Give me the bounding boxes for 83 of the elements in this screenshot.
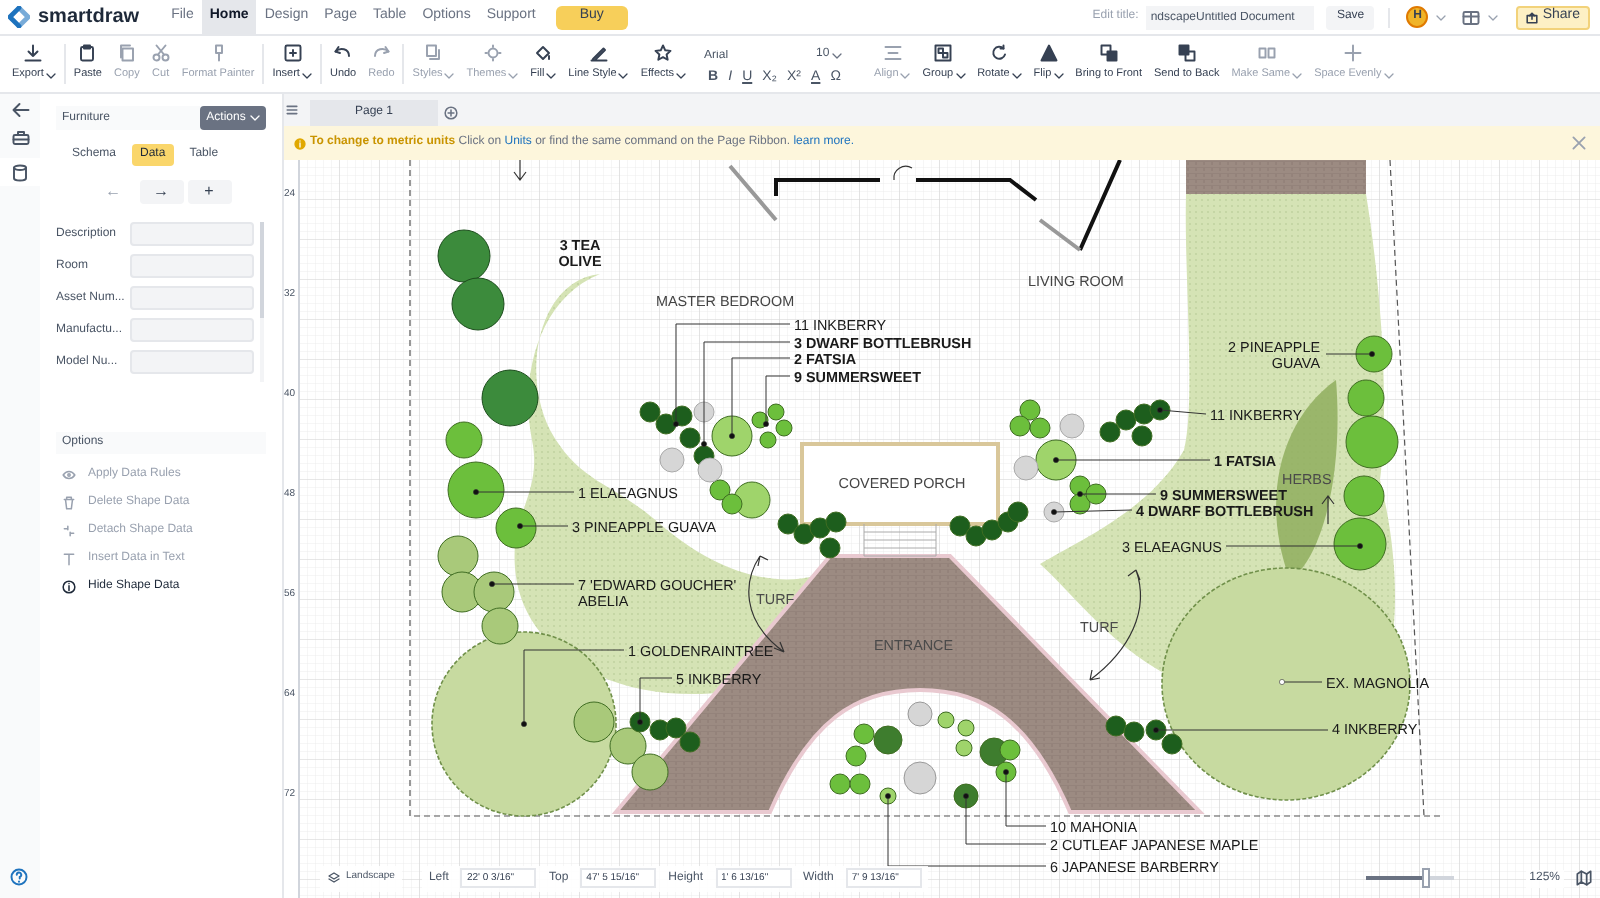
undo-icon (334, 44, 353, 63)
logo-icon (8, 6, 30, 28)
leader-line (637, 677, 673, 725)
share-icon (1526, 11, 1539, 23)
leader-line (1157, 407, 1207, 415)
scissors-icon (151, 44, 170, 63)
data-input-field[interactable] (130, 350, 254, 374)
caret-icon (676, 71, 687, 79)
detach-icon (62, 523, 76, 537)
tree-drawing (481, 369, 539, 427)
leader-line (489, 581, 575, 587)
nav-button[interactable]: → (139, 180, 183, 204)
caret-icon (1383, 71, 1394, 79)
themes-icon (483, 44, 502, 63)
gift-icon (1462, 9, 1481, 25)
trash-icon (62, 495, 76, 509)
group-icon (934, 44, 953, 63)
caret-icon (249, 114, 260, 122)
triangle-icon (1039, 44, 1058, 63)
leader-line (1077, 491, 1157, 497)
help-icon (10, 868, 28, 886)
menu-icon (286, 104, 298, 116)
redo-icon (372, 44, 391, 63)
map-icon (1576, 870, 1592, 886)
rotate-icon (990, 44, 1009, 63)
caret-icon (301, 71, 312, 79)
caret-icon (444, 71, 455, 79)
nav-button[interactable]: + (187, 180, 231, 204)
zoom-slider-thumb[interactable] (1422, 868, 1431, 888)
leader-line (473, 489, 575, 495)
data-input-field[interactable] (130, 318, 254, 342)
leader-line (521, 649, 625, 727)
caret-icon (1011, 71, 1022, 79)
space-evenly-icon (1344, 44, 1363, 63)
info-icon (62, 579, 76, 593)
brush-icon (209, 44, 228, 63)
leader-line (1279, 679, 1323, 685)
app-logo: smartdraw (38, 4, 140, 32)
text-icon (62, 551, 76, 565)
bucket-icon (534, 44, 553, 63)
up-arrow (1321, 495, 1335, 525)
layers-icon (328, 872, 340, 884)
down-arrow (513, 160, 527, 181)
data-input-field[interactable] (130, 286, 254, 310)
pen-icon (589, 44, 608, 63)
leader-line (1051, 509, 1133, 515)
copy-icon (117, 44, 136, 63)
caret-icon (1488, 13, 1499, 21)
insert-icon (283, 44, 302, 63)
add-page-icon (444, 106, 458, 120)
caret-icon (618, 71, 629, 79)
data-input-field[interactable] (130, 222, 254, 246)
clipboard-icon (78, 44, 97, 63)
back-arrow-icon (11, 102, 29, 118)
caret-icon (1292, 71, 1303, 79)
data-input-field[interactable] (130, 254, 254, 278)
caret-icon (900, 71, 911, 79)
star-icon (654, 44, 673, 63)
caret-icon (831, 51, 842, 59)
leader-line (1225, 543, 1363, 549)
shrub-cluster-drawing (1105, 715, 1183, 755)
caret-icon (1436, 13, 1447, 21)
styles-icon (424, 44, 443, 63)
leader-line (517, 523, 569, 529)
download-icon (24, 44, 43, 63)
eye-icon (62, 467, 76, 481)
caret-icon (546, 71, 557, 79)
shrub-cluster-drawing (573, 701, 701, 791)
close-icon (1572, 136, 1586, 150)
tree-drawing (437, 229, 505, 331)
caret-icon (45, 71, 56, 79)
leader-line (1325, 351, 1375, 357)
layers-icon (1177, 44, 1196, 63)
align-icon (883, 44, 902, 63)
caret-icon (1053, 71, 1064, 79)
caret-icon (508, 71, 519, 79)
make-same-icon (1257, 44, 1276, 63)
info-icon (294, 137, 306, 149)
briefcase-icon (11, 130, 29, 146)
caret-icon (955, 71, 966, 79)
layers-icon (1099, 44, 1118, 63)
scrollbar-thumb[interactable] (260, 222, 264, 318)
database-icon (12, 163, 28, 181)
